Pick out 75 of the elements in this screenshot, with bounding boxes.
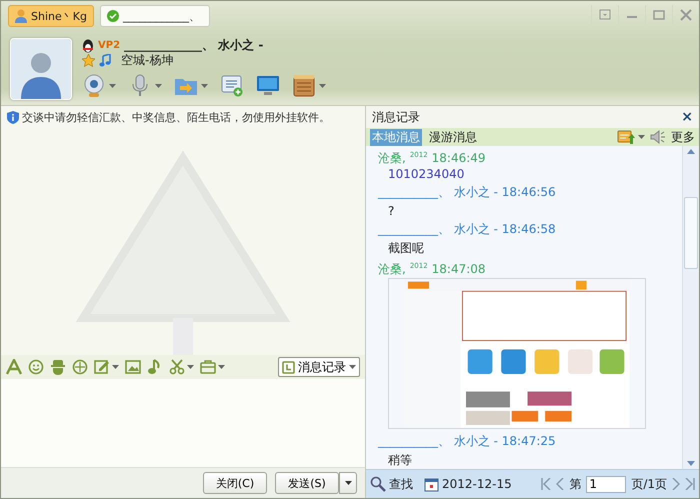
message-text: 稍等 [387, 452, 413, 468]
message-time: 18:47:08 [432, 262, 486, 276]
music-note-icon [99, 54, 111, 67]
message-header: __________、 水小之 - 18:46:58 [378, 221, 557, 238]
penguin-icon [82, 38, 94, 52]
person-icon [15, 9, 27, 23]
speaker-icon[interactable] [650, 129, 666, 145]
send-button[interactable]: 发送(S) [275, 472, 339, 494]
message-year: 2012 [410, 262, 428, 270]
search-icon[interactable] [370, 476, 386, 492]
sender-name: 沧桑, [378, 262, 406, 276]
close-chat-button[interactable]: 关闭(C) [203, 472, 267, 494]
message-input[interactable] [1, 379, 365, 467]
online-icon [106, 10, 119, 22]
caret-icon[interactable] [319, 84, 326, 88]
message-time: 18:46:49 [432, 151, 486, 165]
monitor-icon[interactable] [256, 74, 280, 98]
clock-icon [282, 360, 295, 374]
first-page-icon[interactable] [541, 478, 552, 490]
history-button[interactable]: 消息记录 [278, 357, 360, 377]
webcam-icon[interactable] [82, 74, 106, 98]
date-label: 2012-12-15 [442, 477, 512, 491]
caret-icon[interactable] [155, 84, 162, 88]
contact-name: _____________、 水小之 - [124, 37, 264, 54]
message-year: 2012 [410, 151, 428, 159]
caret-icon[interactable] [187, 365, 194, 369]
more-link[interactable]: 更多 [671, 128, 695, 146]
toolbox-icon[interactable] [200, 359, 216, 375]
message-text: ? [387, 202, 396, 220]
page-total: 页/1页 [631, 476, 667, 492]
export-icon[interactable] [617, 129, 635, 145]
smiley-icon[interactable] [28, 359, 44, 375]
edit-icon[interactable] [94, 359, 110, 375]
caret-icon [344, 481, 352, 485]
scissors-icon[interactable] [169, 359, 185, 375]
message-text: 截图呢 [387, 240, 425, 256]
shield-icon [7, 110, 19, 124]
close-icon[interactable]: × [681, 109, 693, 125]
caret-icon[interactable] [109, 84, 116, 88]
caret-icon[interactable] [201, 84, 208, 88]
avatar-icon[interactable] [10, 38, 72, 100]
chat-tab[interactable]: Shine丶Kg [8, 5, 94, 27]
scroll-up-icon[interactable] [687, 149, 695, 154]
chat-tab[interactable]: ____________、 [100, 5, 210, 27]
page-field[interactable]: 1 [586, 476, 626, 492]
crate-icon[interactable] [292, 74, 316, 98]
message-text: 1010234040 [387, 166, 466, 182]
message-header: __________、 水小之 - 18:46:56 [378, 184, 557, 201]
safety-notice: 交谈中请勿轻信汇款、中奖信息、陌生电话，勿使用外挂软件。 [22, 110, 330, 124]
caret-icon[interactable] [638, 135, 645, 139]
vip-level: VP2 [98, 40, 120, 51]
scroll-down-icon[interactable] [687, 461, 695, 466]
page-label: 第 [569, 476, 582, 492]
message-list-icon[interactable] [220, 74, 244, 98]
scrollbar[interactable] [682, 146, 699, 469]
star-icon [82, 54, 95, 67]
caret-icon[interactable] [349, 365, 356, 369]
caret-icon[interactable] [112, 365, 119, 369]
hat-face-icon[interactable] [50, 359, 66, 375]
previous-page-icon[interactable] [556, 478, 564, 490]
last-page-icon[interactable] [685, 478, 695, 490]
image-icon[interactable] [125, 359, 141, 375]
calendar-icon[interactable] [424, 476, 439, 492]
signature: 空城-杨坤 [121, 52, 174, 69]
history-tab[interactable]: 漫游消息 [427, 128, 479, 146]
panel-title: 消息记录 [372, 108, 420, 126]
font-icon[interactable] [6, 359, 22, 375]
scroll-thumb[interactable] [684, 196, 698, 268]
message-header: __________、 水小之 - 18:47:25 [378, 433, 557, 450]
next-page-icon[interactable] [672, 478, 680, 490]
sender-name: 沧桑, [378, 151, 406, 165]
wheel-icon[interactable] [72, 359, 88, 375]
dropdown-button[interactable] [339, 472, 357, 494]
search-link[interactable]: 查找 [389, 476, 413, 492]
caret-icon[interactable] [218, 365, 225, 369]
